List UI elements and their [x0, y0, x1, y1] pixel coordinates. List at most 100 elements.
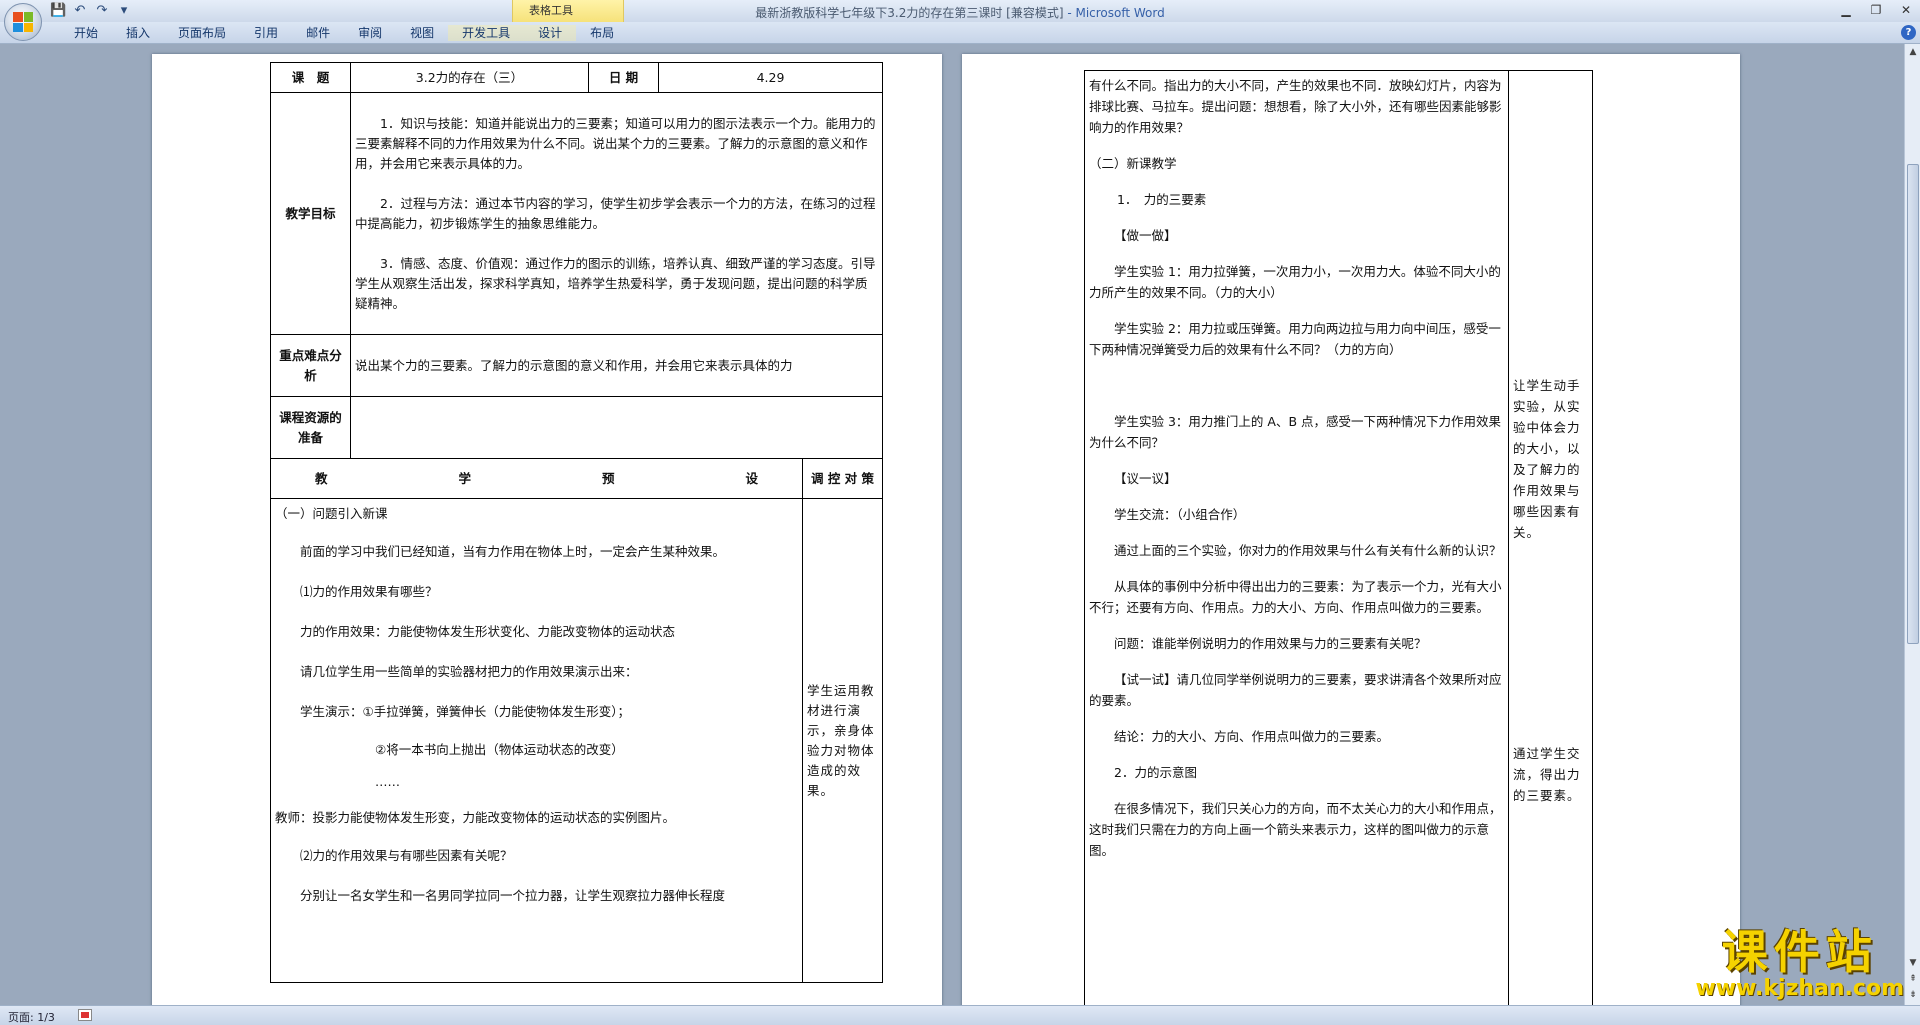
course-label: 课 题 [291, 69, 330, 85]
lesson-continuation-table: 有什么不同。指出力的大小不同，产生的效果也不同．放映幻灯片，内容为排球比赛、马拉… [1084, 70, 1593, 1005]
key-text: 说出某个力的三要素。了解力的示意图的意义和作用，并会用它来表示具体的力 [355, 357, 793, 373]
lesson-line-2: 前面的学习中我们已经知道，当有力作用在物体上时，一定会产生某种效果。 [300, 544, 726, 559]
p2-line-15: 结论：力的大小、方向、作用点叫做力的三要素。 [1114, 729, 1390, 744]
date-value: 4.29 [756, 69, 785, 85]
watermark-cn: 课件站 [1721, 925, 1878, 979]
goals-cell[interactable]: 1．知识与技能：知道并能说出力的三要素；知道可以用力的图示法表示一个力。能用力的… [350, 92, 883, 335]
tab-home[interactable]: 开始 [60, 25, 112, 41]
resource-label: 课程资源的准备 [279, 409, 342, 445]
page-count[interactable]: 页面: 1/3 [8, 1009, 55, 1025]
vertical-scrollbar[interactable]: ▲ ▼ ⇞ ⇟ [1904, 44, 1920, 1005]
lesson-line-1: （一）问题引入新课 [275, 506, 388, 521]
document-area: 课 题 3.2力的存在（三） 日 期 4.29 教学目标 1．知识与技能：知道并… [0, 44, 1904, 1005]
p2-line-5: 学生实验 1：用力拉弹簧，一次用力小，一次用力大。体验不同大小的力所产生的效果不… [1089, 264, 1501, 300]
help-icon[interactable]: ? [1901, 25, 1916, 40]
minimize-icon[interactable]: ▁ [1838, 2, 1854, 18]
tab-page-layout[interactable]: 页面布局 [164, 25, 240, 41]
course-label-cell[interactable]: 课 题 [270, 62, 351, 93]
p2-line-12: 从具体的事例中分析中得出出力的三要素：为了表示一个力，光有大小不行；还要有方向、… [1089, 579, 1502, 615]
p2-line-14: 【试一试】请几位同学举例说明力的三要素，要求讲清各个效果所对应的要素。 [1089, 672, 1502, 708]
p2-line-17: 在很多情况下，我们只关心力的方向，而不太关心力的大小和作用点，这时我们只需在力的… [1089, 801, 1502, 858]
lesson-content-cell[interactable]: （一）问题引入新课 前面的学习中我们已经知道，当有力作用在物体上时，一定会产生某… [270, 498, 803, 983]
lesson-line-7: ②将一本书向上抛出（物体运动状态的改变） [375, 742, 624, 757]
key-label-cell[interactable]: 重点难点分析 [270, 334, 351, 397]
scroll-thumb[interactable] [1907, 164, 1919, 644]
page-1: 课 题 3.2力的存在（三） 日 期 4.29 教学目标 1．知识与技能：知道并… [152, 54, 942, 1005]
p2-line-1: 有什么不同。指出力的大小不同，产生的效果也不同．放映幻灯片，内容为排球比赛、马拉… [1089, 78, 1502, 135]
watermark: 课件站 www.kjzhan.com [1695, 927, 1904, 1001]
ribbon: 开始 插入 页面布局 引用 邮件 审阅 视图 开发工具 设计 布局 ? [0, 22, 1920, 44]
p2-line-2: （二）新课教学 [1089, 156, 1177, 171]
control-header: 调 控 对 策 [810, 470, 875, 486]
p2-control-cell[interactable]: 让学生动手实验，从实验中体会力的大小，以及了解力的作用效果与哪些因素有关。 通过… [1508, 70, 1593, 1005]
lesson-line-8: …… [375, 774, 400, 789]
course-title-cell[interactable]: 3.2力的存在（三） [350, 62, 589, 93]
key-label: 重点难点分析 [279, 347, 342, 383]
previous-page-icon[interactable]: ⇞ [1905, 971, 1920, 987]
scroll-up-icon[interactable]: ▲ [1905, 44, 1920, 60]
design-header-cell[interactable]: 教 学 预 设 [270, 458, 803, 499]
design-header-2: 学 [458, 470, 471, 486]
p2-line-16: 2．力的示意图 [1114, 765, 1197, 780]
p2-line-8: 学生实验 3：用力推门上的 A、B 点，感受一下两种情况下力作用效果为什么不同？ [1089, 414, 1502, 450]
window-controls: ▁ ❐ ✕ [1838, 2, 1914, 18]
close-icon[interactable]: ✕ [1898, 2, 1914, 18]
tab-mailings[interactable]: 邮件 [292, 25, 344, 41]
goal-2: 2．过程与方法：通过本节内容的学习，使学生初步学会表示一个力的方法，在练习的过程… [355, 195, 876, 231]
tab-review[interactable]: 审阅 [344, 25, 396, 41]
lesson-line-5: 请几位学生用一些简单的实验器材把力的作用效果演示出来： [300, 664, 638, 679]
p2-line-11: 通过上面的三个实验，你对力的作用效果与什么有关有什么新的认识？ [1114, 543, 1502, 558]
p2-control-text-2: 通过学生交流，得出力的三要素。 [1513, 746, 1581, 803]
tab-design[interactable]: 设计 [524, 25, 577, 41]
design-header-1: 教 [315, 470, 328, 486]
tab-view[interactable]: 视图 [396, 25, 448, 41]
office-logo-icon [13, 12, 33, 32]
tab-references[interactable]: 引用 [240, 25, 292, 41]
goal-1: 1．知识与技能：知道并能说出力的三要素；知道可以用力的图示法表示一个力。能用力的… [355, 115, 876, 171]
p2-line-7 [1089, 375, 1504, 396]
page-2: 有什么不同。指出力的大小不同，产生的效果也不同．放映幻灯片，内容为排球比赛、马拉… [962, 54, 1740, 1005]
goals-label: 教学目标 [285, 205, 336, 221]
lesson-line-3: ⑴力的作用效果有哪些？ [300, 584, 438, 599]
next-page-icon[interactable]: ⇟ [1905, 987, 1920, 1003]
p2-line-4: 【做一做】 [1114, 228, 1177, 243]
control-text: 学生运用教材进行演示，亲身体验力对物体造成的效果。 [807, 682, 875, 798]
date-label: 日 期 [608, 69, 639, 85]
control-header-cell[interactable]: 调 控 对 策 [802, 458, 883, 499]
app-name: - Microsoft Word [1063, 6, 1165, 20]
tab-insert[interactable]: 插入 [112, 25, 164, 41]
goal-3: 3．情感、态度、价值观：通过作力的图示的训练，培养认真、细致严谨的学习态度。引导… [355, 255, 876, 311]
course-title: 3.2力的存在（三） [415, 69, 524, 85]
title-bar: 💾 ↶ ↷ ▾ 表格工具 最新浙教版科学七年级下3.2力的存在第三课时 [兼容模… [0, 0, 1920, 22]
proofing-icon[interactable] [78, 1009, 92, 1021]
p2-line-13: 问题：谁能举例说明力的作用效果与力的三要素有关呢？ [1114, 636, 1427, 651]
ribbon-tabs: 开始 插入 页面布局 引用 邮件 审阅 视图 开发工具 设计 布局 [60, 25, 628, 41]
p2-line-10: 学生交流：（小组合作） [1114, 507, 1246, 522]
status-bar: 页面: 1/3 [0, 1005, 1920, 1025]
document-title: 最新浙教版科学七年级下3.2力的存在第三课时 [兼容模式] [755, 6, 1064, 20]
goals-label-cell[interactable]: 教学目标 [270, 92, 351, 335]
lesson-continuation-cell[interactable]: 有什么不同。指出力的大小不同，产生的效果也不同．放映幻灯片，内容为排球比赛、马拉… [1084, 70, 1509, 1005]
lesson-line-9: 教师：投影力能使物体发生形变，力能改变物体的运动状态的实例图片。 [275, 810, 676, 825]
date-cell[interactable]: 4.29 [658, 62, 883, 93]
p2-control-text-1: 让学生动手实验，从实验中体会力的大小，以及了解力的作用效果与哪些因素有关。 [1513, 378, 1581, 540]
p2-line-6: 学生实验 2：用力拉或压弹簧。用力向两边拉与用力向中间压，感受一下两种情况弹簧受… [1089, 321, 1501, 357]
lesson-line-4: 力的作用效果：力能使物体发生形状变化、力能改变物体的运动状态 [300, 624, 676, 639]
office-button[interactable] [4, 3, 42, 41]
p2-line-9: 【议一议】 [1114, 471, 1177, 486]
lesson-line-6: 学生演示：①手拉弹簧，弹簧伸长（力能使物体发生形变）； [300, 704, 630, 719]
lesson-plan-table: 课 题 3.2力的存在（三） 日 期 4.29 教学目标 1．知识与技能：知道并… [270, 62, 883, 983]
maximize-icon[interactable]: ❐ [1868, 2, 1884, 18]
scroll-down-icon[interactable]: ▼ [1905, 955, 1920, 971]
p2-line-3: 1． 力的三要素 [1117, 192, 1207, 207]
lesson-line-10: ⑵力的作用效果与有哪些因素有关呢？ [300, 848, 513, 863]
design-header-4: 设 [745, 470, 758, 486]
date-label-cell[interactable]: 日 期 [588, 62, 659, 93]
tab-layout[interactable]: 布局 [576, 25, 628, 41]
resource-label-cell[interactable]: 课程资源的准备 [270, 396, 351, 459]
watermark-url: www.kjzhan.com [1695, 976, 1904, 1001]
tab-developer[interactable]: 开发工具 [448, 25, 525, 41]
key-text-cell[interactable]: 说出某个力的三要素。了解力的示意图的意义和作用，并会用它来表示具体的力 [350, 334, 883, 397]
control-cell[interactable]: 学生运用教材进行演示，亲身体验力对物体造成的效果。 [802, 498, 883, 983]
resource-cell[interactable] [350, 396, 883, 459]
